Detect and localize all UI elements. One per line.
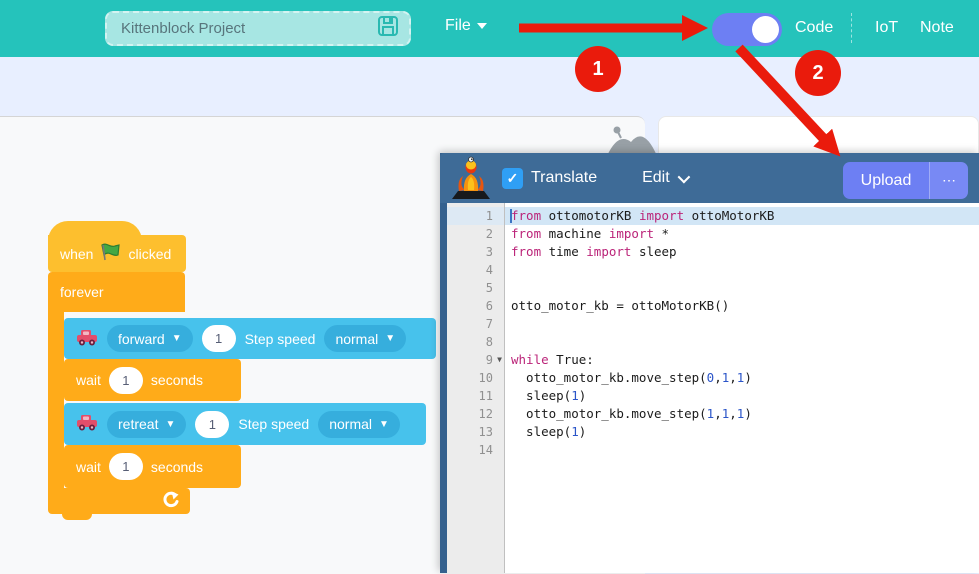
car-icon [76, 329, 98, 349]
dropdown-arrow-icon: ▼ [172, 333, 182, 344]
line-number: 7 [447, 315, 504, 333]
upload-button[interactable]: Upload [843, 162, 929, 199]
more-options-button[interactable]: ⋯ [929, 162, 968, 199]
car-icon [76, 414, 98, 434]
forever-block-bottom [48, 488, 190, 514]
project-title-text: Kittenblock Project [121, 20, 377, 37]
wait-label: wait [76, 372, 101, 388]
speed-value: normal [329, 416, 372, 432]
code-editor[interactable]: 123456789▼1011121314 from ottomotorKB im… [447, 203, 979, 573]
motor-step-block-forward[interactable]: forward ▼ 1 Step speed normal ▼ [64, 318, 436, 359]
line-number: 12 [447, 405, 504, 423]
step-2-badge: 2 [795, 50, 841, 96]
flag-icon [100, 243, 121, 264]
wait-label: wait [76, 459, 101, 475]
code-line[interactable] [505, 441, 979, 459]
line-number: 10 [447, 369, 504, 387]
wait-value-input[interactable]: 1 [109, 367, 143, 394]
code-line[interactable]: while True: [505, 351, 979, 369]
code-mode-toggle[interactable] [712, 13, 782, 46]
direction-dropdown[interactable]: retreat ▼ [107, 411, 186, 438]
upload-button-group: Upload ⋯ [843, 162, 968, 199]
dropdown-arrow-icon: ▼ [385, 333, 395, 344]
forever-label: forever [60, 284, 104, 300]
step-1-badge: 1 [575, 46, 621, 92]
toggle-knob [752, 16, 779, 43]
gutter: 123456789▼1011121314 [447, 203, 505, 573]
header-divider [851, 13, 852, 43]
line-number: 6 [447, 297, 504, 315]
translate-checkbox[interactable]: ✓ [502, 168, 523, 189]
code-line[interactable] [505, 333, 979, 351]
chevron-down-icon [477, 23, 487, 29]
speed-value: normal [335, 331, 378, 347]
code-line[interactable]: otto_motor_kb.move_step(0,1,1) [505, 369, 979, 387]
seconds-label: seconds [151, 459, 203, 475]
when-flag-clicked-block[interactable]: when clicked [48, 235, 186, 272]
wait-block[interactable]: wait 1 seconds [64, 359, 241, 401]
steps-input[interactable]: 1 [195, 411, 229, 438]
direction-value: forward [118, 331, 165, 347]
speed-dropdown[interactable]: normal ▼ [324, 325, 406, 352]
file-menu[interactable]: File [445, 17, 487, 35]
forever-block[interactable]: forever [48, 272, 185, 312]
step-speed-label: Step speed [238, 416, 309, 432]
otto-robot-logo [451, 156, 491, 206]
nav-iot[interactable]: IoT [875, 19, 898, 37]
code-line[interactable]: from machine import * [505, 225, 979, 243]
code-line[interactable]: sleep(1) [505, 387, 979, 405]
text-caret [510, 209, 512, 223]
code-line[interactable] [505, 261, 979, 279]
when-label: when [60, 246, 93, 262]
edit-menu[interactable]: Edit [642, 169, 687, 187]
step-speed-label: Step speed [245, 331, 316, 347]
code-panel-header: ✓ Translate Edit Upload ⋯ [440, 153, 979, 203]
direction-value: retreat [118, 416, 158, 432]
dropdown-arrow-icon: ▼ [165, 419, 175, 430]
project-title-input[interactable]: Kittenblock Project [105, 11, 411, 46]
line-number: 14 [447, 441, 504, 459]
line-number: 4 [447, 261, 504, 279]
panel-left-border [440, 153, 447, 573]
code-line[interactable]: otto_motor_kb = ottoMotorKB() [505, 297, 979, 315]
code-line[interactable]: from ottomotorKB import ottoMotorKB [505, 207, 979, 225]
app-header: Kittenblock Project File Code IoT Note [0, 0, 979, 57]
line-number: 8 [447, 333, 504, 351]
speed-dropdown[interactable]: normal ▼ [318, 411, 400, 438]
line-number: 1 [447, 207, 504, 225]
seconds-label: seconds [151, 372, 203, 388]
translate-label: Translate [531, 169, 597, 187]
wait-value-input[interactable]: 1 [109, 453, 143, 480]
line-number: 3 [447, 243, 504, 261]
forever-block-arm [48, 312, 64, 488]
wait-block[interactable]: wait 1 seconds [64, 445, 241, 488]
code-editor-panel: ✓ Translate Edit Upload ⋯ 123456789▼1011… [440, 153, 979, 573]
nav-note[interactable]: Note [920, 19, 954, 37]
steps-input[interactable]: 1 [202, 325, 236, 352]
line-number: 2 [447, 225, 504, 243]
code-line[interactable]: otto_motor_kb.move_step(1,1,1) [505, 405, 979, 423]
code-mode-label: Code [795, 19, 833, 37]
edit-menu-label: Edit [642, 169, 670, 187]
line-number: 11 [447, 387, 504, 405]
dropdown-arrow-icon: ▼ [379, 419, 389, 430]
chevron-down-icon [677, 170, 690, 183]
direction-dropdown[interactable]: forward ▼ [107, 325, 193, 352]
line-number: 5 [447, 279, 504, 297]
fold-marker-icon[interactable]: ▼ [497, 351, 502, 369]
code-line[interactable] [505, 315, 979, 333]
loop-arrow-icon [161, 491, 180, 511]
clicked-label: clicked [128, 246, 171, 262]
line-number: 13 [447, 423, 504, 441]
code-line[interactable]: from time import sleep [505, 243, 979, 261]
code-lines: from ottomotorKB import ottoMotorKBfrom … [505, 203, 979, 573]
code-line[interactable]: sleep(1) [505, 423, 979, 441]
motor-step-block-retreat[interactable]: retreat ▼ 1 Step speed normal ▼ [64, 403, 426, 445]
save-icon[interactable] [377, 15, 399, 42]
file-menu-label: File [445, 17, 471, 35]
line-number: 9▼ [447, 351, 504, 369]
code-line[interactable] [505, 279, 979, 297]
